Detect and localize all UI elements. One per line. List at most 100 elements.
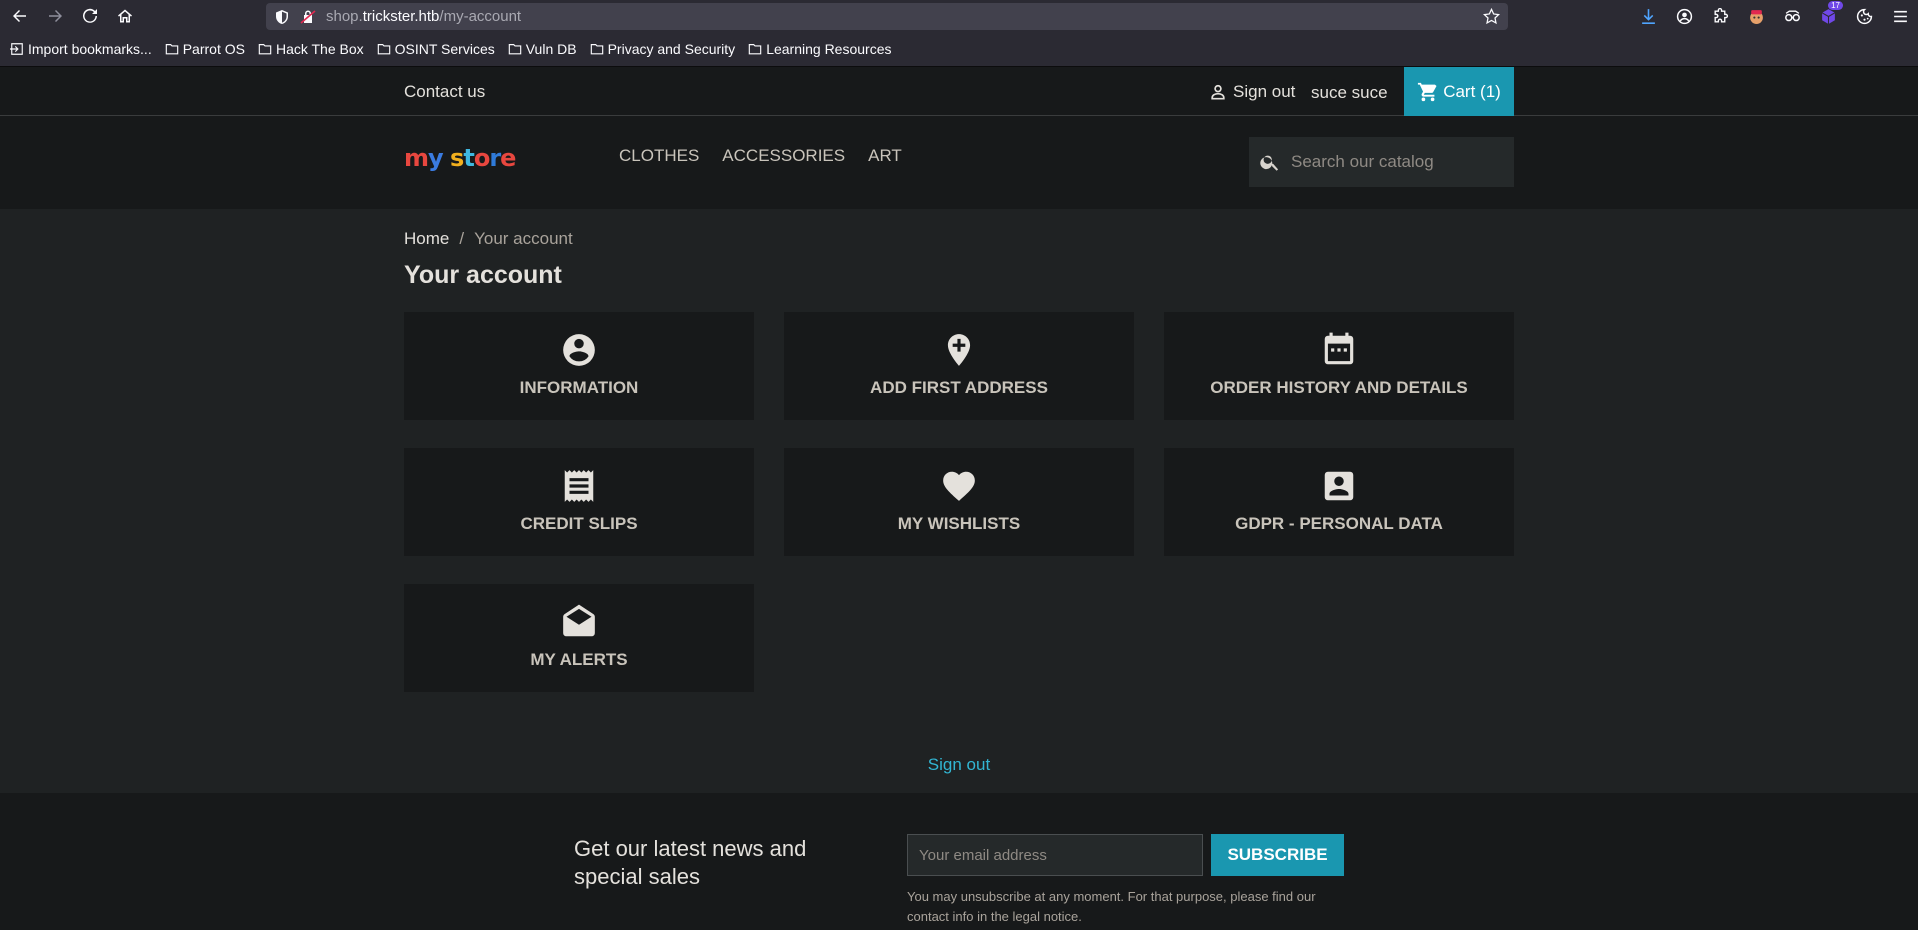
url-path: /my-account [439, 8, 522, 25]
cart-label: Cart (1) [1443, 81, 1501, 101]
url-host: trickster.htb [362, 8, 440, 25]
bookmark-folder[interactable]: Learning Resources [748, 41, 891, 57]
back-button[interactable] [6, 2, 34, 30]
page-title: Your account [404, 261, 562, 289]
folder-icon [258, 44, 272, 55]
bookmark-label: Hack The Box [275, 41, 364, 57]
receipt-icon [564, 470, 594, 502]
bookmark-folder[interactable]: Privacy and Security [590, 41, 736, 57]
card-gdpr[interactable]: GDPR - PERSONAL DATA [1164, 448, 1514, 556]
breadcrumb: Home / Your account [404, 229, 573, 249]
bookmarks-bar: Import bookmarks... Parrot OS Hack The B… [0, 32, 1918, 67]
account-circle-icon [563, 334, 595, 366]
bookmark-label: Privacy and Security [607, 41, 736, 57]
newsletter-footer: Get our latest news and special sales SU… [0, 793, 1918, 930]
import-icon [10, 43, 23, 55]
card-label: MY ALERTS [530, 650, 628, 669]
spy-glasses-icon [1784, 10, 1800, 21]
newsletter-title: Get our latest news and special sales [574, 836, 807, 889]
folder-icon [377, 44, 390, 55]
signout-link-top[interactable]: Sign out [1208, 82, 1295, 102]
arrow-right-icon [49, 10, 62, 22]
calendar-icon [1324, 332, 1354, 365]
card-information[interactable]: INFORMATION [404, 312, 754, 420]
person-icon [1211, 84, 1225, 100]
account-name-link[interactable]: suce suce [1311, 83, 1388, 103]
email-field[interactable] [907, 834, 1203, 876]
breadcrumb-current: Your account [474, 229, 573, 248]
home-button[interactable] [111, 2, 139, 30]
ext-cookie-button[interactable] [1744, 4, 1768, 28]
account-icon [1676, 8, 1692, 24]
folder-icon [165, 44, 178, 55]
ext-spy-button[interactable] [1780, 4, 1804, 28]
star-icon[interactable] [1483, 8, 1500, 25]
nav-art[interactable]: ART [868, 146, 902, 166]
main-content: Home / Your account Your account INFORMA… [0, 209, 1918, 793]
ext-cookie2-button[interactable] [1852, 4, 1876, 28]
bookmark-label: OSINT Services [394, 41, 495, 57]
card-credit-slips[interactable]: CREDIT SLIPS [404, 448, 754, 556]
url-prefix: shop. [326, 8, 363, 25]
cube-icon [1821, 8, 1835, 24]
card-add-address[interactable]: ADD FIRST ADDRESS [784, 312, 1134, 420]
account-box-icon [1324, 471, 1354, 501]
signout-label: Sign out [1233, 82, 1296, 101]
card-alerts[interactable]: MY ALERTS [404, 584, 754, 692]
extension-icons: 17 [1636, 1, 1912, 28]
insecure-lock-icon[interactable] [300, 9, 316, 25]
site-header: my store CLOTHES ACCESSORIES ART [0, 116, 1918, 209]
newsletter-note: You may unsubscribe at any moment. For t… [907, 889, 1316, 924]
url-bar[interactable]: shop.trickster.htb/my-account [266, 3, 1508, 30]
reload-icon [83, 8, 97, 23]
url-text: shop.trickster.htb/my-account [326, 8, 521, 25]
subscribe-button[interactable]: SUBSCRIBE [1211, 834, 1344, 876]
contact-link[interactable]: Contact us [404, 82, 485, 102]
ext-wappalyzer-button[interactable]: 17 [1816, 1, 1843, 28]
search-icon[interactable] [1259, 151, 1281, 173]
card-label: GDPR - PERSONAL DATA [1235, 514, 1443, 533]
card-order-history[interactable]: ORDER HISTORY AND DETAILS [1164, 312, 1514, 420]
bookmark-label: Parrot OS [182, 41, 245, 57]
search-input[interactable] [1291, 152, 1491, 172]
signout-link-bottom[interactable]: Sign out [0, 755, 1918, 775]
bookmark-folder[interactable]: Vuln DB [508, 41, 577, 57]
nav-accessories[interactable]: ACCESSORIES [722, 146, 845, 166]
arrow-left-icon [13, 10, 26, 22]
download-button[interactable] [1636, 4, 1660, 28]
menu-button[interactable] [1888, 4, 1912, 28]
card-label: ADD FIRST ADDRESS [870, 378, 1048, 397]
hamburger-icon [1893, 10, 1907, 22]
card-label: INFORMATION [519, 378, 639, 397]
home-icon [118, 9, 132, 23]
top-nav: Contact us Sign out suce suce Cart (1) [0, 67, 1918, 116]
breadcrumb-home[interactable]: Home [404, 229, 449, 249]
cookie-icon [1856, 8, 1872, 24]
account-button[interactable] [1672, 4, 1696, 28]
bookmark-label: Import bookmarks... [28, 41, 152, 57]
search-box [1249, 137, 1514, 187]
drafts-icon [563, 604, 595, 637]
ext-badge: 17 [1828, 1, 1843, 10]
bookmark-label: Vuln DB [525, 41, 577, 57]
browser-toolbar: shop.trickster.htb/my-account 17 [0, 0, 1918, 32]
bookmark-folder[interactable]: OSINT Services [377, 41, 495, 57]
folder-icon [748, 44, 762, 55]
reload-button[interactable] [76, 2, 104, 30]
store-logo[interactable]: my store [404, 144, 516, 172]
bookmark-folder[interactable]: Hack The Box [258, 41, 364, 57]
nav-clothes[interactable]: CLOTHES [619, 146, 699, 166]
shield-icon[interactable] [274, 9, 290, 25]
bookmark-import[interactable]: Import bookmarks... [10, 41, 152, 57]
main-nav: CLOTHES ACCESSORIES ART [619, 146, 902, 166]
bookmark-folder[interactable]: Parrot OS [165, 41, 245, 57]
cart-button[interactable]: Cart (1) [1404, 67, 1514, 116]
heart-icon [943, 471, 975, 501]
folder-icon [590, 44, 603, 55]
card-wishlists[interactable]: MY WISHLISTS [784, 448, 1134, 556]
folder-icon [508, 44, 521, 55]
forward-button[interactable] [41, 2, 69, 30]
puzzle-icon [1713, 7, 1728, 23]
extensions-button[interactable] [1708, 4, 1732, 28]
card-label: CREDIT SLIPS [520, 514, 638, 533]
